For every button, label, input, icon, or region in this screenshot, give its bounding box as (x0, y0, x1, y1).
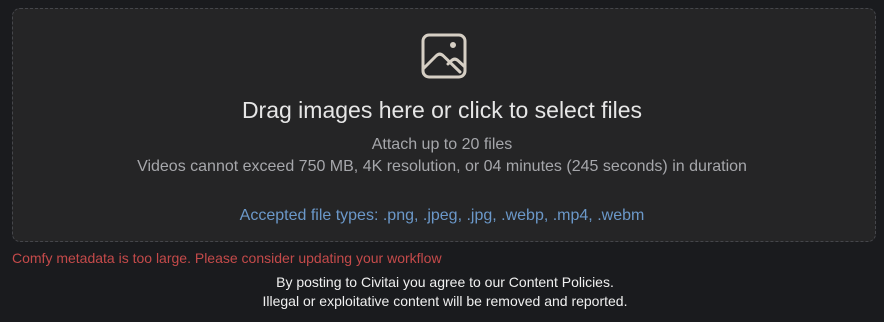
metadata-error-message: Comfy metadata is too large. Please cons… (12, 250, 442, 266)
dropzone-title: Drag images here or click to select file… (241, 97, 643, 123)
attach-limit-text: Attach up to 20 files (371, 136, 513, 153)
content-policy-notice: By posting to Civitai you agree to our C… (276, 274, 614, 290)
illegal-content-notice: Illegal or exploitative content will be … (262, 293, 628, 309)
upload-page: Drag images here or click to select file… (0, 0, 884, 322)
accepted-file-types: Accepted file types: .png, .jpeg, .jpg, … (239, 207, 645, 224)
photo-icon (420, 32, 468, 80)
video-limits-text: Videos cannot exceed 750 MB, 4K resoluti… (137, 158, 747, 175)
